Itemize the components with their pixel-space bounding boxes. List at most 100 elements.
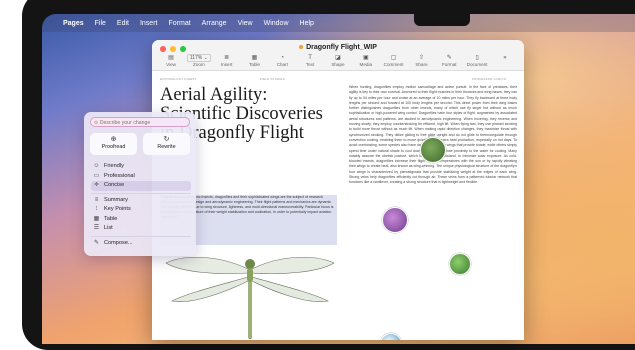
pencil-icon: ✎ — [93, 239, 100, 246]
text-icon: T — [308, 55, 312, 61]
option-label: Key Points — [104, 206, 131, 212]
camera-notch — [414, 14, 470, 26]
dragonfly-wing-upper-right — [251, 257, 335, 274]
toolbar-label: Comment — [383, 62, 404, 67]
toolbar-label: Table — [248, 62, 260, 67]
option-label: Professional — [104, 172, 135, 179]
window-toolbar: Dragonfly Flight_WIP ▤ View 117% ⌄ Zoom ≣ I… — [152, 40, 524, 71]
option-friendly[interactable]: ☺ Friendly — [91, 162, 191, 172]
toolbar-more-button[interactable]: » — [492, 54, 518, 67]
format-icon: ✎ — [446, 55, 452, 61]
option-label: Concise — [104, 182, 125, 188]
toolbar-label: Share — [415, 62, 428, 67]
menu-arrange[interactable]: Arrange — [202, 20, 227, 27]
document-title-text: Dragonfly Flight_WIP — [306, 44, 377, 51]
describe-change-placeholder: Describe your change — [99, 120, 151, 126]
divider — [91, 192, 191, 194]
concise-icon: ≑ — [93, 182, 100, 188]
proofread-icon: ⊕ — [110, 136, 117, 143]
option-label: List — [104, 225, 113, 231]
key-points-icon: ⁝ — [95, 206, 98, 212]
option-label: Summary — [104, 196, 128, 203]
summary-icon: ≡ — [94, 196, 99, 203]
dragonfly-wing-upper-left — [165, 257, 249, 274]
menu-view[interactable]: View — [238, 20, 253, 27]
list-icon: ☰ — [93, 225, 100, 231]
toolbar-label: Insert — [220, 62, 233, 67]
menu-file[interactable]: File — [95, 20, 106, 27]
dragonfly-thorax — [247, 268, 253, 282]
writing-tools-options: ☺ Friendly ▭ Professional ≑ Concise ≡ Summar… — [91, 162, 191, 248]
dragonfly-photo-badge — [449, 253, 471, 275]
body-text-column[interactable]: When hunting, dragonflies employ motion … — [349, 85, 517, 335]
briefcase-icon: ▭ — [93, 172, 100, 179]
option-professional[interactable]: ▭ Professional — [91, 172, 191, 182]
media-icon: ▣ — [362, 55, 369, 61]
smiley-icon: ☺ — [93, 163, 100, 169]
option-concise[interactable]: ≑ Concise — [91, 181, 191, 191]
option-key-points[interactable]: ⁝ Key Points — [91, 205, 191, 215]
unsaved-dot-icon — [299, 45, 304, 50]
toolbar-document-button[interactable]: ▯ Document — [464, 54, 490, 67]
menu-format[interactable]: Format — [168, 20, 190, 27]
dragonfly-wing-lower-right — [251, 276, 329, 302]
dragonfly-abdomen — [248, 280, 252, 339]
kicker-right: PROFESSOR LORICO — [472, 77, 507, 81]
menu-window[interactable]: Window — [264, 20, 289, 27]
dragonfly-illustration — [165, 257, 335, 339]
toolbar-label: Text — [305, 62, 315, 67]
toolbar-shape-button[interactable]: ◪ Shape — [325, 54, 351, 67]
dragonfly-wing-lower-left — [171, 276, 249, 302]
toolbar-label: Shape — [331, 62, 345, 67]
option-summary[interactable]: ≡ Summary — [91, 196, 191, 206]
menu-help[interactable]: Help — [300, 20, 314, 27]
table-icon: ▦ — [93, 215, 100, 222]
toolbar-chart-button[interactable]: ◔ Chart — [269, 54, 295, 67]
document-icon: ▯ — [475, 55, 479, 61]
writing-tools-popover: ⊙ Describe your change ⊕ Proofread ↻ Rew… — [84, 112, 196, 256]
toolbar-share-button[interactable]: ⇧ Share — [408, 54, 434, 67]
toolbar-label: Format — [442, 62, 457, 67]
option-label: Friendly — [104, 163, 124, 169]
pages-window: Dragonfly Flight_WIP ▤ View 117% ⌄ Zoom ≣ I… — [152, 40, 524, 340]
toolbar-table-button[interactable]: ▦ Table — [241, 54, 267, 67]
dragonfly-photo-badge — [382, 207, 408, 233]
toolbar-label: Media — [359, 62, 373, 67]
describe-change-input[interactable]: ⊙ Describe your change — [90, 117, 190, 127]
proofread-label: Proofread — [101, 144, 126, 150]
option-label: Compose... — [104, 239, 133, 246]
toolbar-view-button[interactable]: ▤ View — [158, 54, 184, 67]
option-table[interactable]: ▦ Table — [91, 215, 191, 225]
dragonfly-head — [245, 259, 255, 269]
toolbar-zoom-button[interactable]: 117% ⌄ Zoom — [186, 54, 212, 67]
toolbar-format-button[interactable]: ✎ Format — [436, 54, 462, 67]
kicker-left: ENTOMOLOGY DIGEST — [160, 77, 197, 81]
option-compose[interactable]: ✎ Compose... — [91, 239, 191, 249]
sidebar-icon: ▤ — [168, 55, 174, 61]
option-list[interactable]: ☰ List — [91, 224, 191, 234]
toolbar-label: Zoom — [192, 62, 205, 67]
proofread-button[interactable]: ⊕ Proofread — [90, 133, 137, 155]
toolbar-comment-button[interactable]: ▢ Comment — [381, 54, 407, 67]
toolbar-media-button[interactable]: ▣ Media — [353, 54, 379, 67]
toolbar-label: Document — [466, 62, 488, 67]
comment-icon: ▢ — [390, 55, 397, 61]
table-icon: ▦ — [251, 55, 258, 61]
option-label: Table — [104, 215, 118, 222]
rewrite-label: Rewrite — [157, 144, 176, 150]
dragonfly-photo-badge — [420, 137, 446, 163]
insert-icon: ≣ — [224, 55, 230, 61]
toolbar-label: View — [166, 62, 176, 67]
document-page[interactable]: ENTOMOLOGY DIGEST FIELD STUDIES PROFESSO… — [152, 71, 524, 340]
menu-edit[interactable]: Edit — [117, 20, 129, 27]
menu-insert[interactable]: Insert — [140, 20, 158, 27]
chart-icon: ◔ — [280, 55, 285, 61]
rewrite-icon: ↻ — [163, 136, 170, 143]
toolbar-text-button[interactable]: T Text — [297, 54, 323, 67]
rewrite-button[interactable]: ↻ Rewrite — [143, 133, 190, 155]
toolbar-insert-button[interactable]: ≣ Insert — [214, 54, 240, 67]
more-icon: » — [503, 55, 507, 61]
menu-app-pages[interactable]: Pages — [63, 20, 84, 27]
zoom-field: 117% ⌄ — [186, 54, 211, 62]
shape-icon: ◪ — [335, 55, 341, 61]
